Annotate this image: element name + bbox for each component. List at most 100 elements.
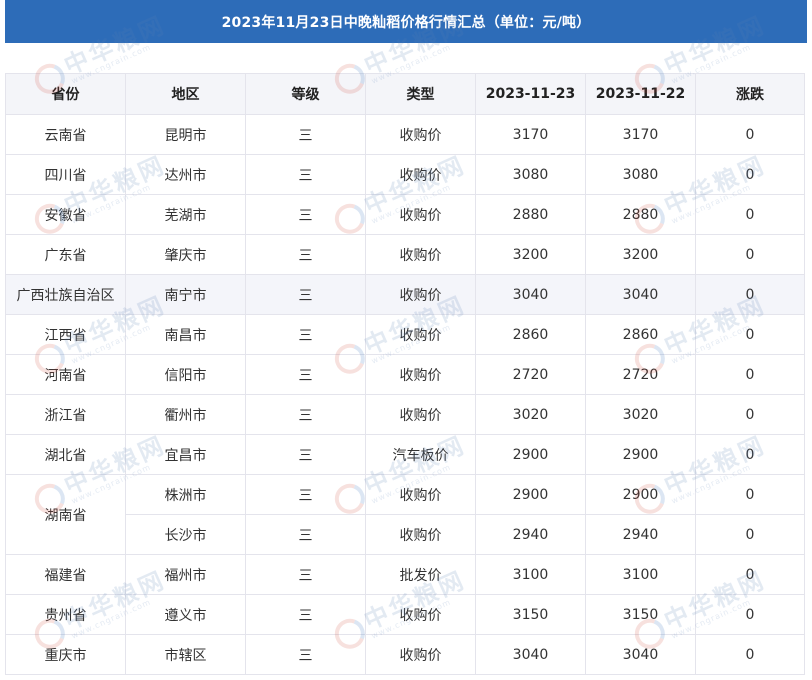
table-row: 湖北省 宜昌市 三 汽车板价 2900 2900 0 [5, 434, 805, 475]
table-row: 福建省 福州市 三 批发价 3100 3100 0 [5, 554, 805, 595]
cell-grade: 三 [245, 434, 366, 475]
cell-grade: 三 [245, 514, 366, 555]
cell-price-today: 2860 [475, 314, 586, 355]
col-header-type: 类型 [365, 73, 476, 115]
cell-grade: 三 [245, 274, 366, 315]
cell-grade: 三 [245, 114, 366, 155]
cell-grade: 三 [245, 354, 366, 395]
cell-price-today: 3020 [475, 394, 586, 435]
table-row: 广东省 肇庆市 三 收购价 3200 3200 0 [5, 234, 805, 275]
cell-change: 0 [695, 234, 805, 275]
cell-province: 安徽省 [5, 194, 126, 235]
cell-city: 株洲市 [125, 474, 246, 515]
col-header-city: 地区 [125, 73, 246, 115]
cell-type: 收购价 [365, 634, 476, 675]
cell-price-today: 3040 [475, 634, 586, 675]
cell-price-prev: 2900 [585, 474, 696, 515]
cell-grade: 三 [245, 234, 366, 275]
table-row: 安徽省 芜湖市 三 收购价 2880 2880 0 [5, 194, 805, 235]
cell-grade: 三 [245, 554, 366, 595]
cell-price-prev: 3040 [585, 634, 696, 675]
cell-city: 福州市 [125, 554, 246, 595]
cell-change: 0 [695, 634, 805, 675]
cell-price-prev: 3170 [585, 114, 696, 155]
cell-city: 市辖区 [125, 634, 246, 675]
cell-price-today: 2880 [475, 194, 586, 235]
cell-change: 0 [695, 314, 805, 355]
cell-province: 贵州省 [5, 594, 126, 635]
cell-change: 0 [695, 154, 805, 195]
cell-change: 0 [695, 554, 805, 595]
cell-price-today: 3040 [475, 274, 586, 315]
cell-price-today: 3200 [475, 234, 586, 275]
cell-type: 汽车板价 [365, 434, 476, 475]
cell-province: 广西壮族自治区 [5, 274, 126, 315]
col-header-date-2: 2023-11-22 [585, 73, 696, 115]
cell-grade: 三 [245, 594, 366, 635]
cell-city: 遵义市 [125, 594, 246, 635]
cell-type: 收购价 [365, 594, 476, 635]
cell-type: 批发价 [365, 554, 476, 595]
cell-province: 云南省 [5, 114, 126, 155]
col-header-grade: 等级 [245, 73, 366, 115]
cell-province: 重庆市 [5, 634, 126, 675]
cell-province: 四川省 [5, 154, 126, 195]
cell-grade: 三 [245, 394, 366, 435]
cell-city: 达州市 [125, 154, 246, 195]
cell-price-today: 3170 [475, 114, 586, 155]
cell-change: 0 [695, 194, 805, 235]
cell-grade: 三 [245, 634, 366, 675]
cell-change: 0 [695, 114, 805, 155]
cell-city: 信阳市 [125, 354, 246, 395]
cell-price-prev: 3100 [585, 554, 696, 595]
cell-change: 0 [695, 394, 805, 435]
cell-change: 0 [695, 434, 805, 475]
cell-price-today: 2900 [475, 434, 586, 475]
cell-grade: 三 [245, 474, 366, 515]
table-row: 广西壮族自治区 南宁市 三 收购价 3040 3040 0 [5, 274, 805, 315]
table-row: 湖南省 株洲市 三 收购价 2900 2900 0 [5, 474, 805, 555]
table-row: 贵州省 遵义市 三 收购价 3150 3150 0 [5, 594, 805, 635]
table-row: 长沙市 三 收购价 2940 2940 0 [6, 514, 805, 555]
table-row: 江西省 南昌市 三 收购价 2860 2860 0 [5, 314, 805, 355]
cell-price-today: 2940 [475, 514, 586, 555]
cell-grade: 三 [245, 154, 366, 195]
cell-type: 收购价 [365, 514, 476, 555]
cell-province: 浙江省 [5, 394, 126, 435]
cell-type: 收购价 [365, 274, 476, 315]
cell-province: 广东省 [5, 234, 126, 275]
cell-province: 湖北省 [5, 434, 126, 475]
cell-city: 宜昌市 [125, 434, 246, 475]
table-row: 重庆市 市辖区 三 收购价 3040 3040 0 [5, 634, 805, 675]
cell-price-prev: 3040 [585, 274, 696, 315]
cell-price-prev: 3150 [585, 594, 696, 635]
cell-change: 0 [695, 514, 805, 555]
cell-price-prev: 2880 [585, 194, 696, 235]
cell-type: 收购价 [365, 394, 476, 435]
cell-change: 0 [695, 354, 805, 395]
cell-price-today: 2720 [475, 354, 586, 395]
cell-city: 长沙市 [125, 514, 246, 555]
cell-province: 福建省 [5, 554, 126, 595]
cell-type: 收购价 [365, 474, 476, 515]
cell-price-today: 3150 [475, 594, 586, 635]
cell-province: 湖南省 [5, 474, 126, 555]
col-header-date-1: 2023-11-23 [475, 73, 586, 115]
cell-city: 肇庆市 [125, 234, 246, 275]
cell-city: 衢州市 [125, 394, 246, 435]
cell-price-today: 2900 [475, 474, 586, 515]
cell-city: 南昌市 [125, 314, 246, 355]
table-row: 云南省 昆明市 三 收购价 3170 3170 0 [5, 114, 805, 155]
cell-price-prev: 2860 [585, 314, 696, 355]
cell-type: 收购价 [365, 314, 476, 355]
cell-price-today: 3100 [475, 554, 586, 595]
cell-type: 收购价 [365, 194, 476, 235]
cell-city: 昆明市 [125, 114, 246, 155]
cell-price-prev: 3200 [585, 234, 696, 275]
cell-type: 收购价 [365, 234, 476, 275]
table-row: 河南省 信阳市 三 收购价 2720 2720 0 [5, 354, 805, 395]
cell-change: 0 [695, 594, 805, 635]
table-header-row: 省份 地区 等级 类型 2023-11-23 2023-11-22 涨跌 [5, 73, 805, 115]
cell-type: 收购价 [365, 354, 476, 395]
cell-grade: 三 [245, 314, 366, 355]
